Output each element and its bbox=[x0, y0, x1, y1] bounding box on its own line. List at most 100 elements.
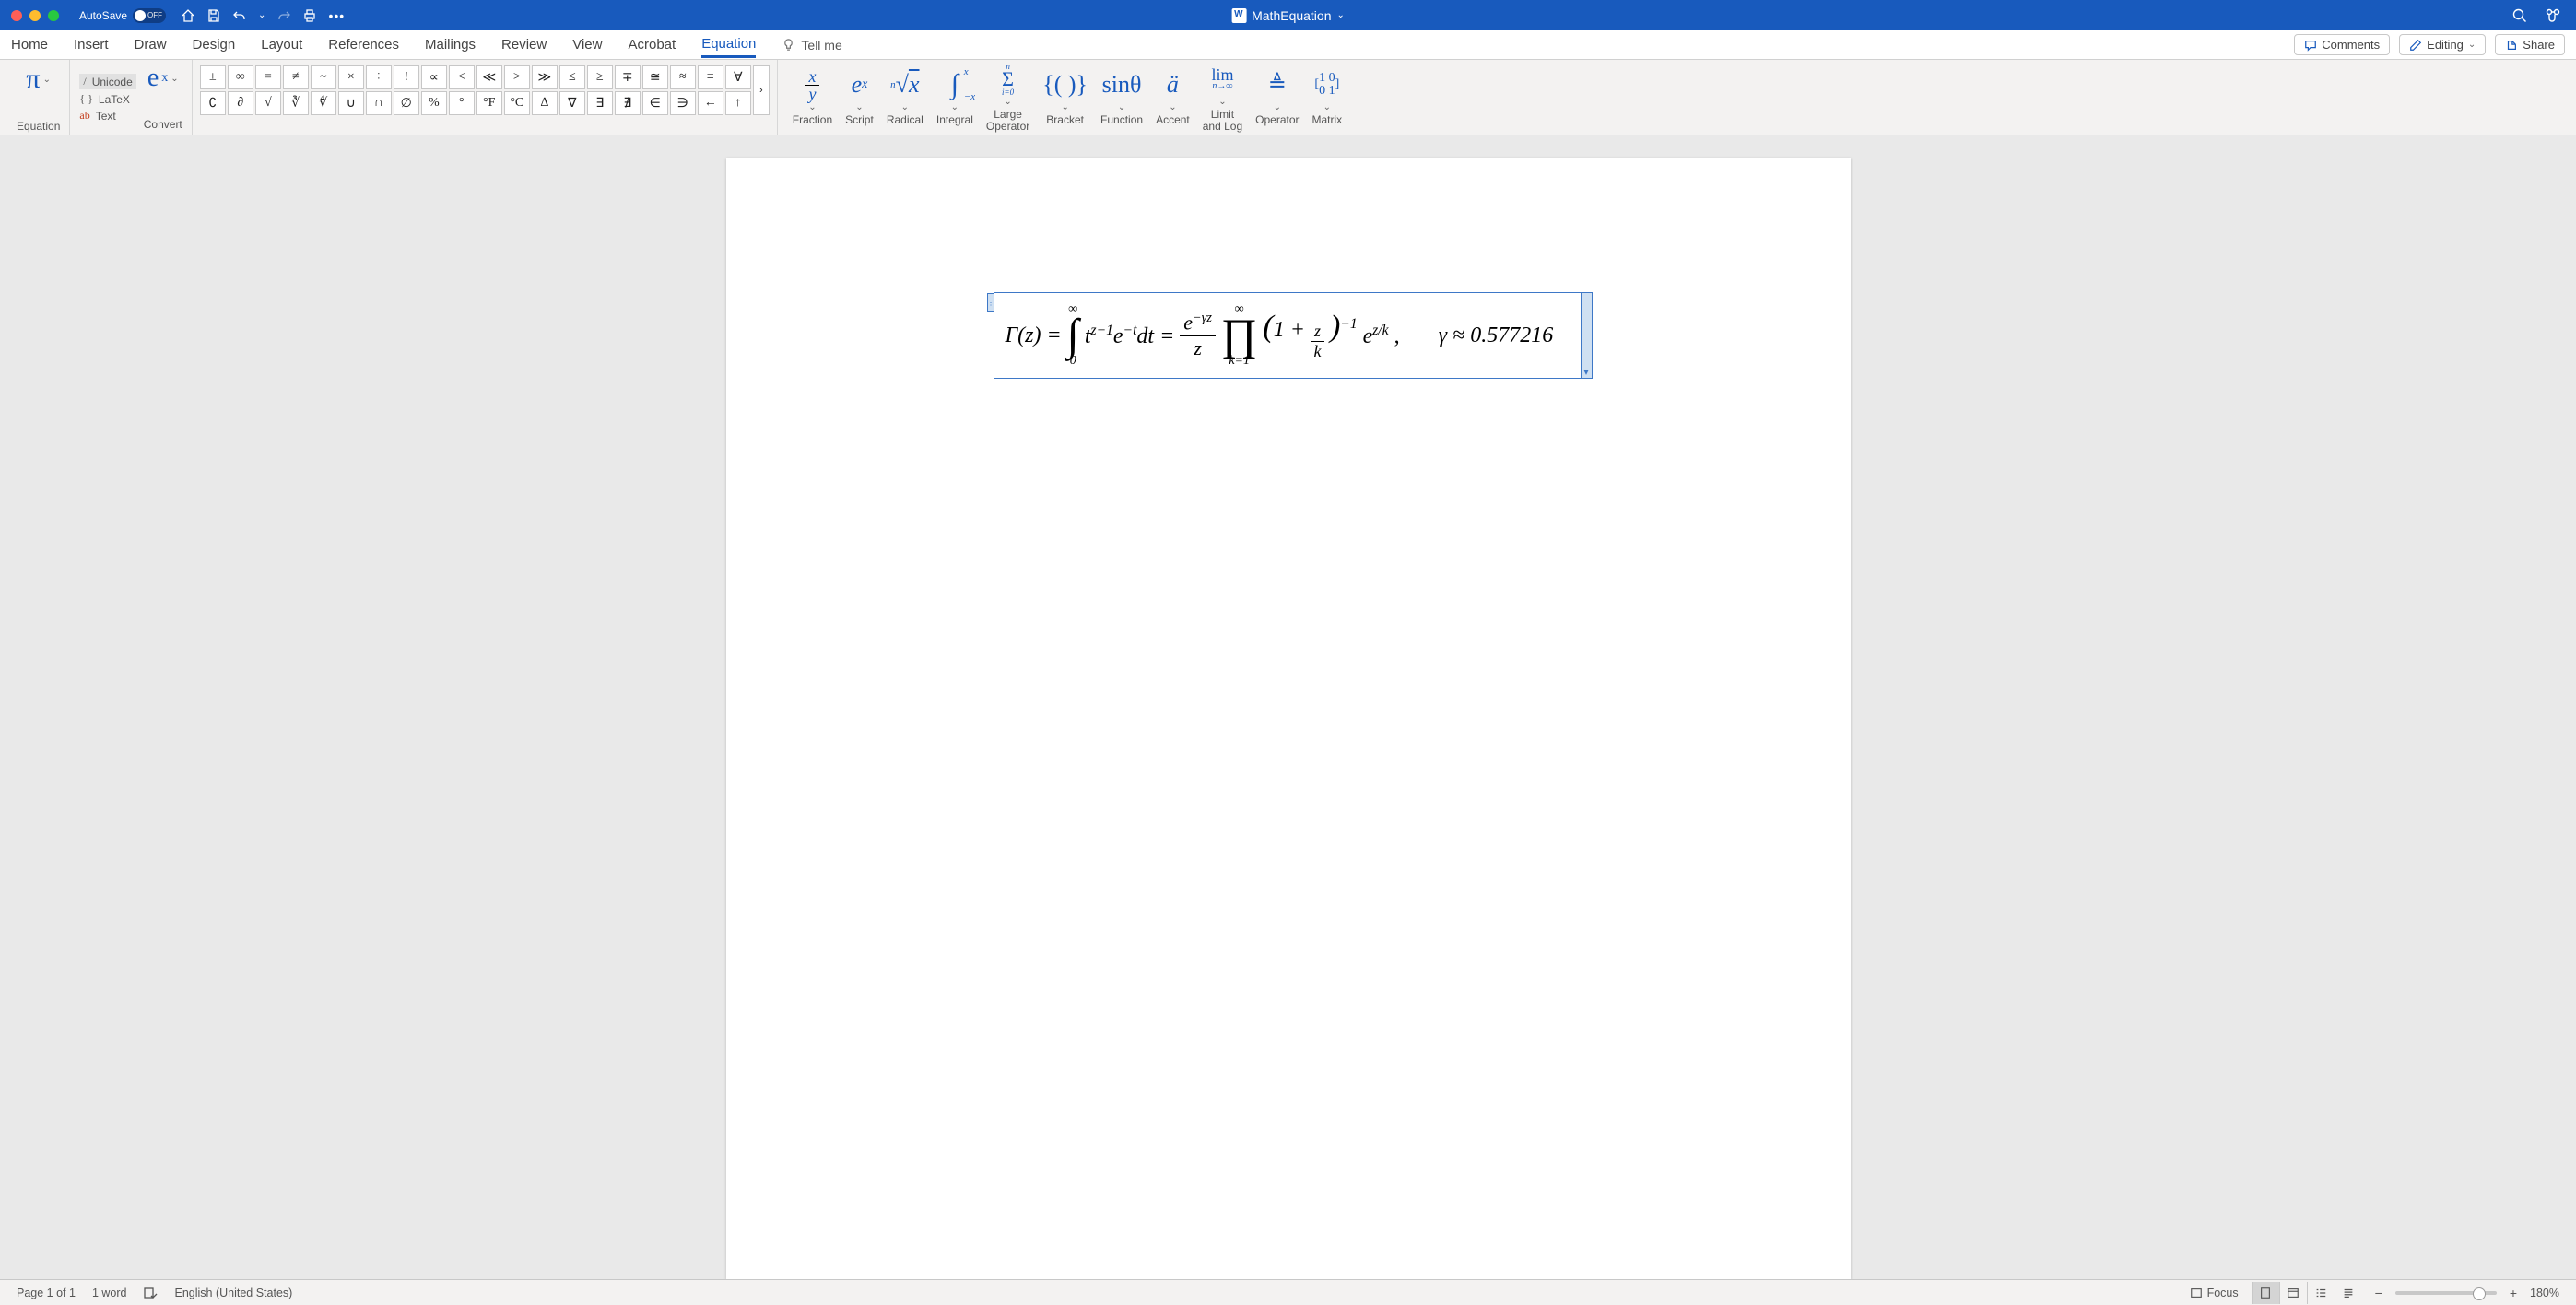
share-quick-icon[interactable] bbox=[2545, 7, 2561, 24]
status-words[interactable]: 1 word bbox=[92, 1287, 127, 1299]
tab-insert[interactable]: Insert bbox=[74, 33, 109, 56]
symbol-≅[interactable]: ≅ bbox=[642, 65, 668, 89]
symbol-≠[interactable]: ≠ bbox=[283, 65, 309, 89]
symbol-~[interactable]: ~ bbox=[311, 65, 336, 89]
struct-matrix[interactable]: [1 00 1]⌄ Matrix bbox=[1307, 69, 1348, 126]
autosave-toggle[interactable]: AutoSave OFF bbox=[79, 8, 166, 23]
equation-drag-handle[interactable]: ⋮ bbox=[987, 293, 994, 312]
symbol-=[interactable]: = bbox=[255, 65, 281, 89]
symbol-∀[interactable]: ∀ bbox=[725, 65, 751, 89]
symbol-<[interactable]: < bbox=[449, 65, 475, 89]
document-canvas[interactable]: ⋮ ▾ Γ(z) = ∞ ∫ 0 tz−1e−tdt = e−γz z ∞ bbox=[0, 135, 2576, 1279]
comments-button[interactable]: Comments bbox=[2294, 34, 2390, 55]
equation-options-dropdown[interactable]: ▾ bbox=[1581, 293, 1592, 378]
convert-latex[interactable]: { } LaTeX bbox=[79, 92, 135, 106]
symbols-more-button[interactable]: › bbox=[753, 65, 770, 115]
tab-equation[interactable]: Equation bbox=[701, 32, 756, 58]
more-icon[interactable]: ••• bbox=[328, 8, 345, 23]
status-language[interactable]: English (United States) bbox=[174, 1287, 292, 1299]
symbol-∛[interactable]: ∛ bbox=[283, 91, 309, 115]
struct-limit[interactable]: limn→∞⌄ Limit and Log bbox=[1197, 64, 1248, 133]
print-icon[interactable] bbox=[302, 8, 317, 23]
symbol-∋[interactable]: ∋ bbox=[670, 91, 696, 115]
tell-me[interactable]: Tell me bbox=[782, 38, 841, 53]
symbol-↑[interactable]: ↑ bbox=[725, 91, 751, 115]
symbol-≥[interactable]: ≥ bbox=[587, 65, 613, 89]
struct-accent[interactable]: ä⌄ Accent bbox=[1150, 69, 1195, 126]
tab-design[interactable]: Design bbox=[193, 33, 236, 56]
symbol-°[interactable]: ° bbox=[449, 91, 475, 115]
symbol-≈[interactable]: ≈ bbox=[670, 65, 696, 89]
tab-layout[interactable]: Layout bbox=[261, 33, 302, 56]
document-page[interactable]: ⋮ ▾ Γ(z) = ∞ ∫ 0 tz−1e−tdt = e−γz z ∞ bbox=[726, 158, 1851, 1279]
symbol-∜[interactable]: ∜ bbox=[311, 91, 336, 115]
symbol-±[interactable]: ± bbox=[200, 65, 226, 89]
equation-dropdown-icon[interactable]: ⌄ bbox=[43, 75, 51, 85]
symbol->[interactable]: > bbox=[504, 65, 530, 89]
save-icon[interactable] bbox=[206, 8, 221, 23]
tab-review[interactable]: Review bbox=[501, 33, 547, 56]
maximize-window-button[interactable] bbox=[48, 10, 59, 21]
convert-text[interactable]: ab Text bbox=[79, 109, 135, 123]
symbol-≫[interactable]: ≫ bbox=[532, 65, 558, 89]
symbol-√[interactable]: √ bbox=[255, 91, 281, 115]
minimize-window-button[interactable] bbox=[29, 10, 41, 21]
symbol-∂[interactable]: ∂ bbox=[228, 91, 253, 115]
struct-bracket[interactable]: {( )}⌄ Bracket bbox=[1037, 69, 1093, 126]
close-window-button[interactable] bbox=[11, 10, 22, 21]
symbol-∩[interactable]: ∩ bbox=[366, 91, 392, 115]
symbol-![interactable]: ! bbox=[394, 65, 419, 89]
convert-unicode[interactable]: / Unicode bbox=[79, 74, 135, 89]
tab-references[interactable]: References bbox=[328, 33, 399, 56]
undo-icon[interactable] bbox=[232, 8, 247, 23]
focus-mode[interactable]: Focus bbox=[2190, 1287, 2239, 1299]
symbol-≪[interactable]: ≪ bbox=[476, 65, 502, 89]
editing-button[interactable]: Editing ⌄ bbox=[2399, 34, 2486, 55]
symbol-≡[interactable]: ≡ bbox=[698, 65, 723, 89]
symbol-∈[interactable]: ∈ bbox=[642, 91, 668, 115]
redo-icon[interactable] bbox=[276, 8, 291, 23]
symbol-°F[interactable]: °F bbox=[476, 91, 502, 115]
struct-radical[interactable]: n√x⌄ Radical bbox=[881, 69, 929, 126]
symbol-∞[interactable]: ∞ bbox=[228, 65, 253, 89]
tab-acrobat[interactable]: Acrobat bbox=[628, 33, 676, 56]
draft-view-button[interactable] bbox=[2335, 1282, 2362, 1304]
web-layout-view-button[interactable] bbox=[2279, 1282, 2307, 1304]
symbol-∇[interactable]: ∇ bbox=[559, 91, 585, 115]
title-dropdown-icon[interactable]: ⌄ bbox=[1337, 10, 1345, 20]
tab-view[interactable]: View bbox=[572, 33, 602, 56]
outline-view-button[interactable] bbox=[2307, 1282, 2335, 1304]
symbol-∅[interactable]: ∅ bbox=[394, 91, 419, 115]
home-icon[interactable] bbox=[181, 8, 195, 23]
spellcheck-icon[interactable] bbox=[143, 1286, 158, 1300]
document-title[interactable]: MathEquation ⌄ bbox=[1231, 8, 1345, 23]
zoom-out-button[interactable]: − bbox=[2375, 1286, 2382, 1300]
convert-ex-icon[interactable]: ex⌄ bbox=[147, 64, 179, 93]
insert-equation-button[interactable]: π ⌄ bbox=[26, 64, 51, 95]
struct-integral[interactable]: ∫−xx⌄ Integral bbox=[931, 69, 979, 126]
tab-mailings[interactable]: Mailings bbox=[425, 33, 476, 56]
zoom-percentage[interactable]: 180% bbox=[2530, 1287, 2559, 1299]
symbol-÷[interactable]: ÷ bbox=[366, 65, 392, 89]
symbol-∄[interactable]: ∄ bbox=[615, 91, 641, 115]
search-icon[interactable] bbox=[2511, 7, 2528, 24]
equation-editor-box[interactable]: ⋮ ▾ Γ(z) = ∞ ∫ 0 tz−1e−tdt = e−γz z ∞ bbox=[994, 292, 1593, 379]
struct-script[interactable]: ex⌄ Script bbox=[840, 69, 879, 126]
struct-large-operator[interactable]: nΣi=0⌄ Large Operator bbox=[981, 64, 1035, 133]
zoom-in-button[interactable]: + bbox=[2510, 1286, 2517, 1300]
symbol-∁[interactable]: ∁ bbox=[200, 91, 226, 115]
symbol-∪[interactable]: ∪ bbox=[338, 91, 364, 115]
symbol-∓[interactable]: ∓ bbox=[615, 65, 641, 89]
symbol-∆[interactable]: ∆ bbox=[532, 91, 558, 115]
symbol-%[interactable]: % bbox=[421, 91, 447, 115]
struct-fraction[interactable]: xy⌄ Fraction bbox=[787, 69, 838, 126]
tab-home[interactable]: Home bbox=[11, 33, 48, 56]
equation-content[interactable]: Γ(z) = ∞ ∫ 0 tz−1e−tdt = e−γz z ∞ ∏ k=1 bbox=[994, 293, 1592, 378]
symbol-←[interactable]: ← bbox=[698, 91, 723, 115]
status-page[interactable]: Page 1 of 1 bbox=[17, 1287, 76, 1299]
undo-dropdown-icon[interactable]: ⌄ bbox=[258, 10, 265, 20]
symbol-∃[interactable]: ∃ bbox=[587, 91, 613, 115]
symbol-∝[interactable]: ∝ bbox=[421, 65, 447, 89]
zoom-slider[interactable] bbox=[2395, 1291, 2497, 1295]
autosave-switch[interactable]: OFF bbox=[133, 8, 166, 23]
